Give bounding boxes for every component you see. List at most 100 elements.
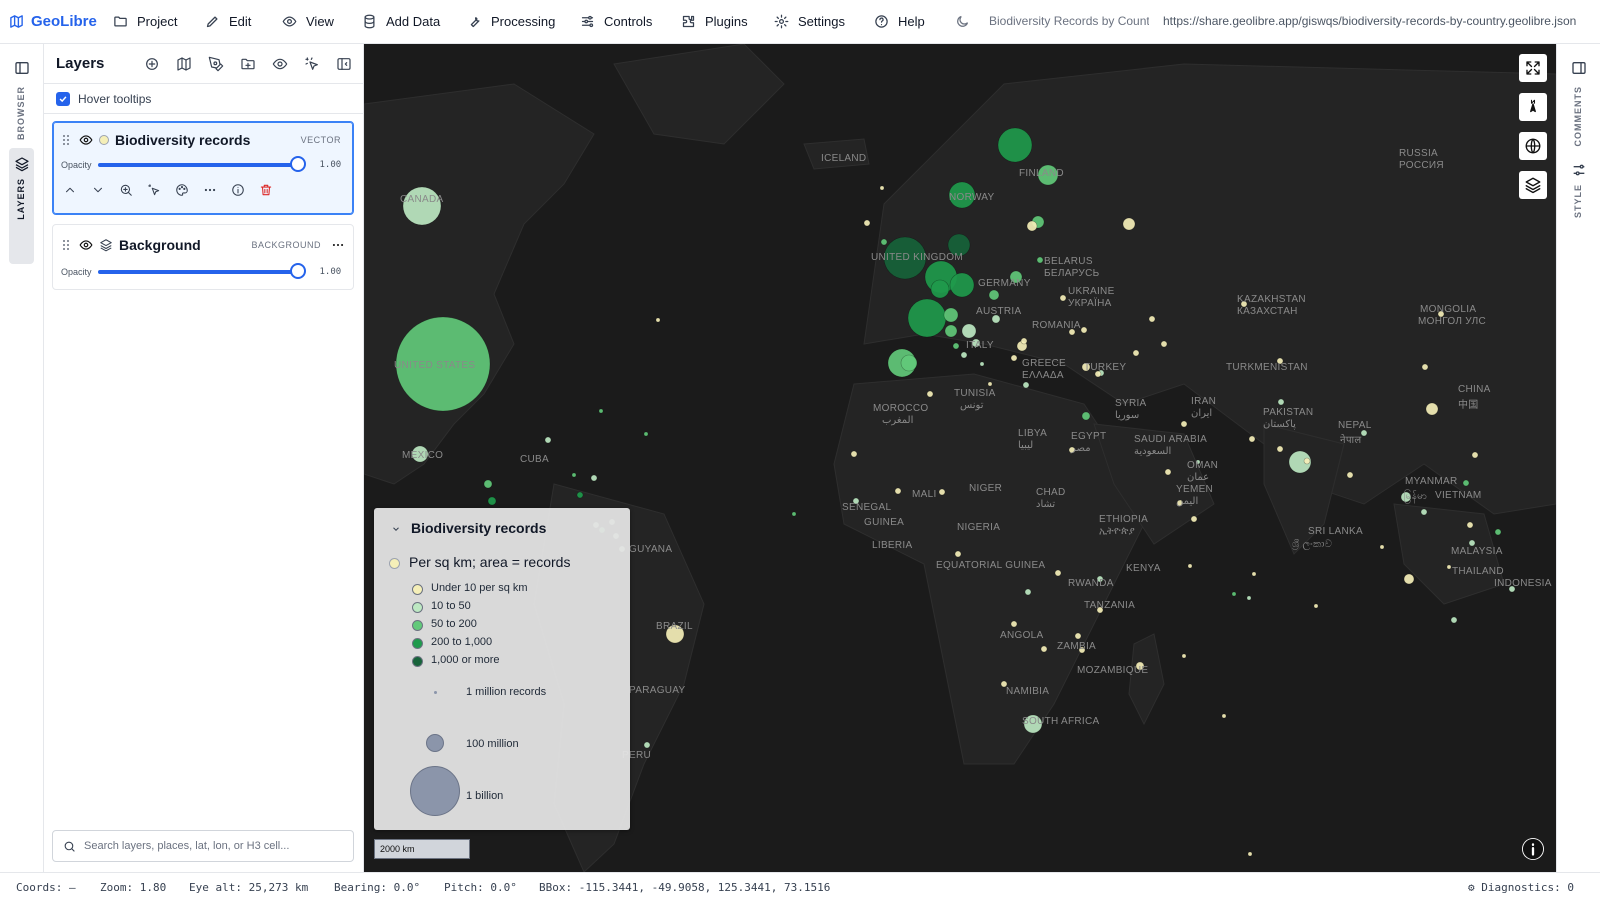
biodiversity-point[interactable] [1022,381,1030,389]
biodiversity-point[interactable] [655,317,661,323]
biodiversity-point[interactable] [1231,591,1237,597]
info-icon[interactable] [231,183,245,197]
style-palette-icon[interactable] [175,183,189,197]
chevron-down-icon[interactable] [391,524,401,534]
hover-tooltips-row[interactable]: Hover tooltips [44,84,363,114]
move-up-icon[interactable] [63,183,77,197]
biodiversity-point[interactable] [926,390,934,398]
biodiversity-point[interactable] [979,361,985,367]
biodiversity-point[interactable] [1462,479,1470,487]
biodiversity-point[interactable] [1379,544,1385,550]
biodiversity-point[interactable] [944,324,958,338]
biodiversity-point[interactable] [1040,645,1048,653]
biodiversity-point[interactable] [1059,294,1067,302]
biodiversity-point[interactable] [1122,217,1136,231]
biodiversity-point[interactable] [1247,851,1253,857]
biodiversity-point[interactable] [997,127,1033,163]
biodiversity-point[interactable] [1010,354,1018,362]
biodiversity-point[interactable] [907,298,947,338]
biodiversity-point[interactable] [1313,603,1319,609]
biodiversity-point[interactable] [1494,528,1502,536]
drag-handle-icon[interactable] [61,133,71,147]
biodiversity-point[interactable] [1080,326,1088,334]
visibility-eye-icon[interactable] [79,133,93,147]
biodiversity-point[interactable] [576,491,584,499]
biodiversity-point[interactable] [879,185,885,191]
biodiversity-point[interactable] [1081,411,1091,421]
biodiversity-point[interactable] [930,279,950,299]
biodiversity-point[interactable] [487,496,497,506]
layer-card-background[interactable]: Background BACKGROUND Opacity 1.00 [52,224,354,290]
menu-settings[interactable]: Settings [774,0,845,44]
layer-card-biodiversity[interactable]: Biodiversity records VECTOR Opacity 1.00 [52,121,354,215]
biodiversity-point[interactable] [863,219,871,227]
biodiversity-point[interactable] [1277,398,1285,406]
biodiversity-point[interactable] [1180,420,1188,428]
style-sliders-icon[interactable] [1571,162,1587,178]
biodiversity-point[interactable] [590,474,598,482]
biodiversity-point[interactable] [1251,571,1257,577]
menu-view[interactable]: View [282,0,334,44]
biodiversity-point[interactable] [1010,620,1018,628]
compass-button[interactable] [1519,93,1547,121]
layer-name[interactable]: Biodiversity records [115,132,301,148]
biodiversity-point[interactable] [1425,402,1439,416]
app-brand[interactable]: GeoLibre [0,13,104,30]
biodiversity-point[interactable] [1403,573,1415,585]
rail-tab-layers[interactable]: LAYERS [16,178,26,220]
opacity-slider[interactable] [97,263,306,279]
biodiversity-point[interactable] [1221,713,1227,719]
biodiversity-point[interactable] [952,342,960,350]
menu-edit[interactable]: Edit [205,0,251,44]
biodiversity-point[interactable] [598,408,604,414]
more-options-icon[interactable] [203,183,217,197]
biodiversity-point[interactable] [880,238,888,246]
draw-button[interactable] [200,50,232,78]
menu-plugins[interactable]: Plugins [681,0,748,44]
biodiversity-point[interactable] [1421,363,1429,371]
biodiversity-point[interactable] [1024,588,1032,596]
menu-processing[interactable]: Processing [467,0,555,44]
sidebar-toggle-icon[interactable] [14,60,30,76]
biodiversity-point[interactable] [938,488,946,496]
layer-name[interactable]: Background [119,237,251,253]
biodiversity-point[interactable] [987,381,993,387]
biodiversity-point[interactable] [949,272,975,298]
biodiversity-point[interactable] [544,436,552,444]
biodiversity-point[interactable] [1181,653,1187,659]
drag-handle-icon[interactable] [61,238,71,252]
biodiversity-point[interactable] [1450,616,1458,624]
project-url[interactable]: https://share.geolibre.app/giswqs/biodiv… [1163,14,1576,28]
toggle-visibility-button[interactable] [264,50,296,78]
collapse-panel-button[interactable] [328,50,360,78]
hover-tooltips-checkbox[interactable] [56,91,70,106]
biodiversity-point[interactable] [1420,508,1428,516]
biodiversity-point[interactable] [402,186,442,226]
biodiversity-point[interactable] [571,472,577,478]
biodiversity-point[interactable] [1164,468,1172,476]
biodiversity-point[interactable] [1446,564,1452,570]
biodiversity-point[interactable] [643,431,649,437]
add-layer-button[interactable] [136,50,168,78]
biodiversity-point[interactable] [791,511,797,517]
biodiversity-point[interactable] [1471,451,1479,459]
delete-trash-icon[interactable] [259,183,273,197]
biodiversity-point[interactable] [1187,563,1193,569]
rail-tab-style[interactable]: STYLE [1573,184,1583,218]
biodiversity-point[interactable] [643,741,651,749]
biodiversity-point[interactable] [483,479,493,489]
biodiversity-point[interactable] [1246,595,1252,601]
biodiversity-point[interactable] [1160,340,1168,348]
biodiversity-point[interactable] [960,351,968,359]
menu-add-data[interactable]: Add Data [362,0,440,44]
opacity-slider-knob[interactable] [289,156,306,172]
biodiversity-point[interactable] [850,450,858,458]
basemap-button[interactable] [168,50,200,78]
opacity-slider[interactable] [97,156,306,172]
attribution-button[interactable] [1522,838,1544,860]
biodiversity-point[interactable] [894,487,902,495]
visibility-eye-icon[interactable] [79,238,93,252]
layer-search-input[interactable] [84,840,344,852]
move-down-icon[interactable] [91,183,105,197]
biodiversity-point[interactable] [1346,471,1354,479]
